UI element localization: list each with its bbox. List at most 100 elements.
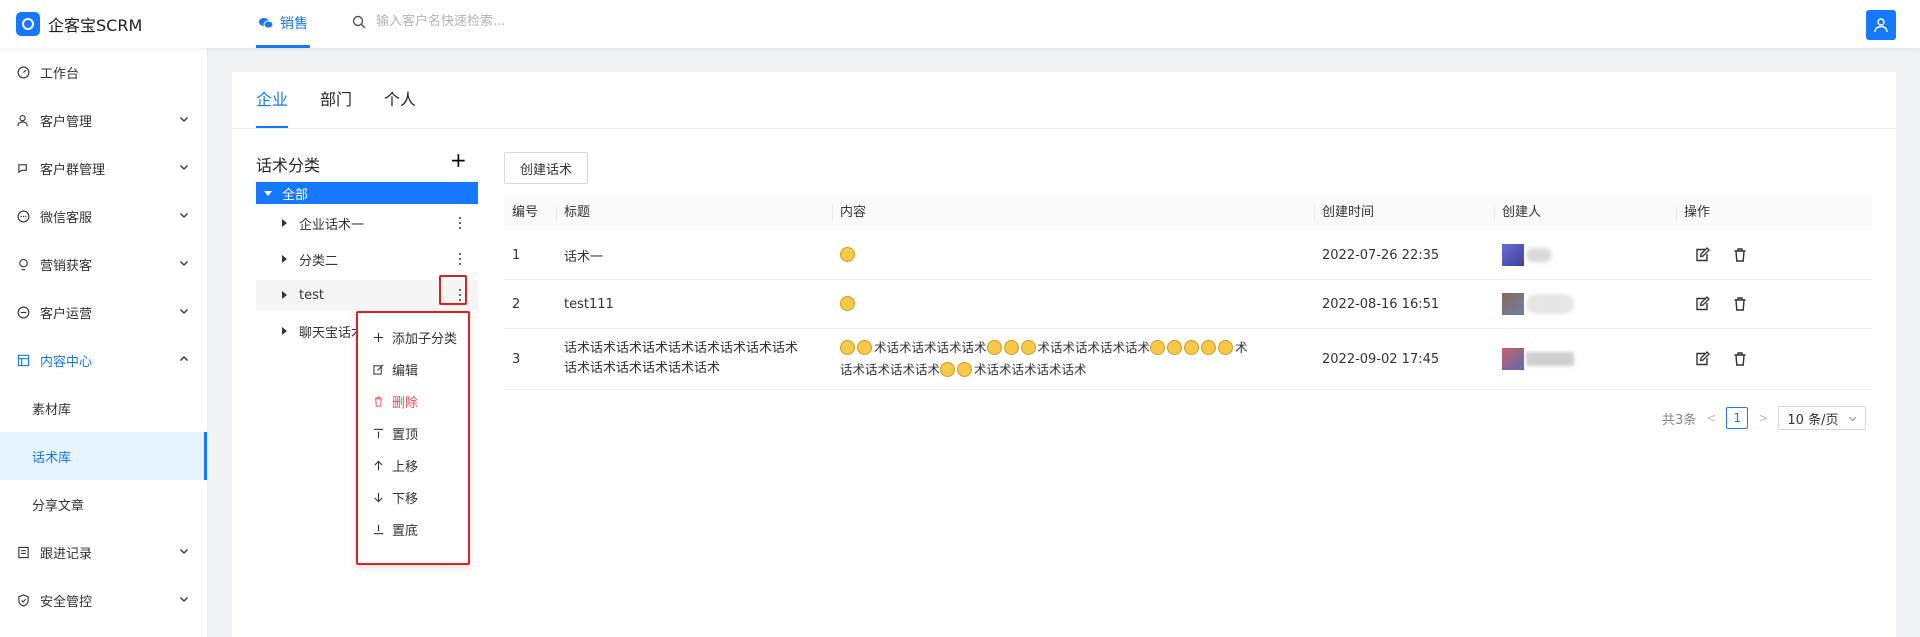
caret-right-icon [282, 291, 287, 299]
cell-title: test111 [564, 296, 614, 312]
chevron-left-icon[interactable]: < [1706, 411, 1716, 425]
smile-emoji-icon [1167, 340, 1183, 355]
edit-icon[interactable] [1694, 351, 1710, 367]
menu-item-add-subcategory[interactable]: 添加子分类 [358, 321, 468, 353]
menu-label: 编辑 [392, 363, 419, 379]
more-vertical-icon[interactable] [458, 249, 462, 269]
sidebar-item-operations[interactable]: 客户运营 [0, 288, 207, 336]
edit-icon[interactable] [1694, 247, 1710, 263]
sidebar-label: 分享文章 [32, 498, 85, 514]
delete-icon[interactable] [1732, 351, 1748, 367]
cell-time: 2022-09-02 17:45 [1322, 351, 1440, 367]
column-header: 编号 [512, 205, 539, 220]
sidebar-item-followup[interactable]: 跟进记录 [0, 528, 207, 576]
cell-title: 话术一 [564, 249, 604, 265]
chevron-down-icon [180, 117, 188, 122]
grin-emoji-icon [1218, 340, 1234, 355]
tab-personal[interactable]: 个人 [384, 72, 416, 128]
menu-item-pin-top[interactable]: 置顶 [358, 417, 468, 449]
sidebar-item-content-center[interactable]: 内容中心 [0, 336, 207, 384]
delete-icon[interactable] [1732, 247, 1748, 263]
content-text: 术话术话术话术话术 [974, 362, 1087, 377]
chevron-down-icon [180, 213, 188, 218]
category-root[interactable]: 全部 [256, 182, 478, 204]
smile-emoji-icon [1020, 340, 1036, 355]
menu-label: 置顶 [392, 427, 419, 443]
smile-emoji-icon [986, 340, 1002, 355]
avatar [1502, 293, 1574, 315]
grin-emoji-icon [1003, 340, 1019, 355]
sidebar-item-marketing[interactable]: 营销获客 [0, 240, 207, 288]
delete-icon[interactable] [1732, 296, 1748, 312]
menu-item-edit[interactable]: 编辑 [358, 353, 468, 385]
menu-label: 下移 [392, 491, 419, 507]
menu-item-move-down[interactable]: 下移 [358, 481, 468, 513]
cell-actions [1676, 280, 1872, 328]
category-item[interactable]: 分类二 [256, 244, 478, 274]
category-label: 全部 [282, 187, 309, 203]
sidebar-item-security[interactable]: 安全管控 [0, 576, 207, 624]
cell-creator [1494, 329, 1676, 389]
page-number[interactable]: 1 [1726, 407, 1749, 429]
operate-icon [16, 305, 30, 319]
script-table: 编号 标题 内容 创建时间 创建人 操作 1 话术一 2022-07-26 22… [504, 195, 1872, 390]
sidebar-item-customer-group[interactable]: 客户群管理 [0, 144, 207, 192]
app-logo[interactable]: 企客宝SCRM [16, 12, 142, 36]
tab-department[interactable]: 部门 [320, 72, 352, 128]
content-text: 术 [1235, 340, 1248, 355]
sidebar-item-customer[interactable]: 客户管理 [0, 96, 207, 144]
scope-tabs: 企业 部门 个人 [256, 72, 416, 128]
user-avatar-button[interactable] [1866, 10, 1896, 40]
menu-item-move-up[interactable]: 上移 [358, 449, 468, 481]
top-header: 企客宝SCRM 销售 [0, 0, 1920, 48]
sidebar: 工作台 客户管理 客户群管理 微信客服 营销获客 客户运营 内容中心 素材库 话… [0, 48, 208, 637]
search-input[interactable] [376, 14, 616, 29]
arrow-down-icon [372, 491, 384, 503]
sidebar-label: 客户运营 [40, 306, 93, 322]
create-script-button[interactable]: 创建话术 [504, 152, 589, 184]
chevron-right-icon[interactable]: > [1758, 411, 1768, 425]
sidebar-item-share-article[interactable]: 分享文章 [0, 480, 207, 528]
shield-icon [16, 593, 30, 607]
chevron-down-icon [180, 309, 188, 314]
service-icon [16, 209, 30, 223]
edit-icon[interactable] [1694, 296, 1710, 312]
page-size-label: 10 条/页 [1787, 412, 1839, 428]
logo-icon [16, 12, 40, 36]
caret-right-icon [282, 255, 287, 263]
content-text: 术话术话术话术话术 [874, 340, 987, 355]
menu-item-pin-bottom[interactable]: 置底 [358, 513, 468, 545]
edit-icon [372, 363, 384, 375]
sidebar-item-wechat-service[interactable]: 微信客服 [0, 192, 207, 240]
search-icon [352, 15, 366, 28]
chevron-down-icon [1849, 416, 1857, 421]
content-center-submenu: 素材库 话术库 分享文章 [0, 384, 207, 528]
caret-down-icon [264, 190, 272, 196]
page-size-select[interactable]: 10 条/页 [1778, 406, 1867, 430]
more-vertical-icon[interactable] [458, 213, 462, 233]
cell-no: 3 [512, 351, 521, 367]
plus-icon [372, 331, 384, 343]
menu-item-delete[interactable]: 删除 [358, 385, 468, 417]
sidebar-item-material[interactable]: 素材库 [0, 384, 207, 432]
bulb-icon [16, 257, 30, 271]
category-label: 分类二 [299, 253, 339, 269]
sidebar-item-workbench[interactable]: 工作台 [0, 48, 207, 96]
sidebar-label: 工作台 [40, 66, 80, 82]
pagination: 共3条 < 1 > 10 条/页 [1662, 406, 1867, 430]
sidebar-label: 客户群管理 [40, 162, 106, 178]
cell-no: 1 [512, 247, 521, 263]
tab-enterprise[interactable]: 企业 [256, 72, 289, 128]
cell-creator: 缺省 [1494, 231, 1676, 279]
user-icon [1874, 18, 1888, 33]
top-nav-sales[interactable]: 销售 [256, 0, 310, 48]
add-category-icon[interactable]: + [450, 150, 467, 170]
content-text: 术话术话术话术话术 [1037, 340, 1151, 355]
table-header: 编号 标题 内容 创建时间 创建人 操作 [504, 195, 1872, 231]
cell-time: 2022-08-16 16:51 [1322, 296, 1440, 312]
category-item[interactable]: 企业话术一 [256, 208, 478, 238]
app-title: 企客宝SCRM [48, 16, 143, 35]
arrow-up-icon [372, 459, 384, 471]
sidebar-item-script-library[interactable]: 话术库 [0, 432, 207, 480]
group-chat-icon [16, 161, 30, 175]
